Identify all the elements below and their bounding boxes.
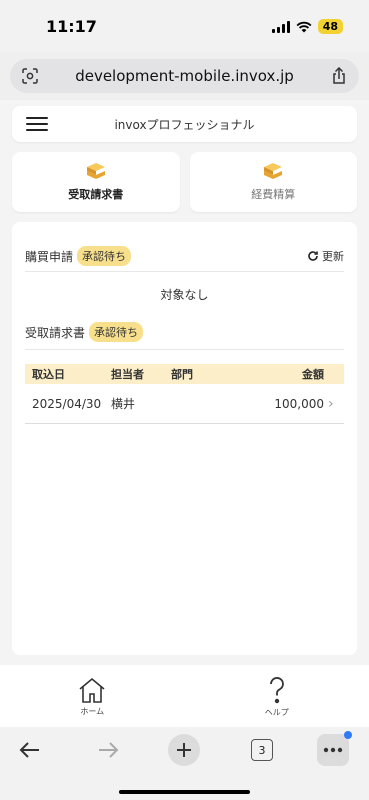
nav-home[interactable]: ホーム [0, 665, 185, 727]
site-info-icon[interactable] [10, 67, 50, 85]
section-title: 受取請求書 [25, 325, 86, 340]
cell-date: 2025/04/30 [32, 396, 102, 411]
home-indicator [119, 790, 250, 794]
divider [25, 271, 344, 272]
divider [25, 349, 344, 350]
status-icons: 48 [271, 19, 343, 34]
chevron-right-icon: › [328, 395, 334, 412]
module-tiles: 受取請求書 経費精算 [12, 152, 357, 212]
nav-label: ヘルプ [264, 707, 289, 717]
purchase-request-header: 購買申請 承認待ち [25, 246, 132, 266]
arrow-right-icon [99, 742, 119, 758]
notification-dot [344, 731, 352, 739]
col-amount: 金額 [302, 368, 324, 381]
signal-icon [271, 20, 290, 33]
stack-icon [86, 163, 105, 179]
plus-icon [177, 743, 191, 757]
tabs-button[interactable]: 3 [246, 734, 278, 766]
received-invoices-header: 受取請求書 承認待ち [25, 322, 144, 342]
cell-amount: 100,000 [274, 396, 324, 411]
stack-icon [264, 163, 283, 179]
forward-button[interactable] [92, 734, 124, 766]
invoice-table: 取込日 担当者 部門 金額 2025/04/30 横井 100,000 › [25, 364, 344, 424]
tile-expense[interactable]: 経費精算 [189, 152, 357, 212]
approval-card: 購買申請 承認待ち 更新 対象なし 受取請求書 承認待ち 取込日 担当者 部門 … [12, 222, 357, 655]
web-page: invoxプロフェッショナル 受取請求書 経費精算 購買申請 承認待ち 更新 対… [0, 100, 369, 665]
col-dept: 部門 [171, 368, 193, 381]
address-bar[interactable]: development-mobile.invox.jp [10, 59, 359, 93]
more-dots-icon [323, 747, 343, 753]
status-badge: 承認待ち [89, 322, 144, 342]
tile-received-invoices[interactable]: 受取請求書 [12, 152, 180, 212]
browser-toolbar: 3 [0, 727, 369, 800]
url-text[interactable]: development-mobile.invox.jp [50, 67, 319, 85]
refresh-label: 更新 [322, 250, 344, 263]
status-bar: 11:17 48 [0, 0, 369, 52]
share-icon[interactable] [319, 67, 359, 85]
wifi-icon [296, 21, 312, 32]
home-icon [79, 677, 105, 703]
cell-person: 横井 [111, 397, 136, 411]
refresh-button[interactable]: 更新 [307, 248, 344, 264]
app-header: invoxプロフェッショナル [12, 106, 357, 142]
empty-message: 対象なし [160, 288, 209, 302]
tile-label: 経費精算 [251, 188, 296, 201]
new-tab-button[interactable] [168, 734, 200, 766]
col-date: 取込日 [32, 368, 65, 381]
more-button[interactable] [317, 731, 352, 766]
status-badge: 承認待ち [77, 246, 132, 266]
table-header: 取込日 担当者 部門 金額 [25, 364, 344, 384]
refresh-icon [308, 251, 318, 261]
bottom-nav: ホーム ヘルプ [0, 665, 369, 727]
table-row[interactable]: 2025/04/30 横井 100,000 › [25, 384, 344, 424]
tile-label: 受取請求書 [68, 188, 124, 201]
app-title: invoxプロフェッショナル [114, 118, 255, 132]
back-button[interactable] [14, 734, 46, 766]
arrow-left-icon [19, 742, 39, 758]
nav-label: ホーム [80, 706, 105, 716]
help-icon [269, 676, 284, 703]
col-person: 担当者 [111, 368, 144, 381]
battery-indicator: 48 [317, 19, 343, 34]
section-title: 購買申請 [25, 249, 74, 264]
tab-count: 3 [251, 739, 273, 761]
status-time: 11:17 [46, 17, 97, 36]
nav-help[interactable]: ヘルプ [185, 665, 369, 727]
